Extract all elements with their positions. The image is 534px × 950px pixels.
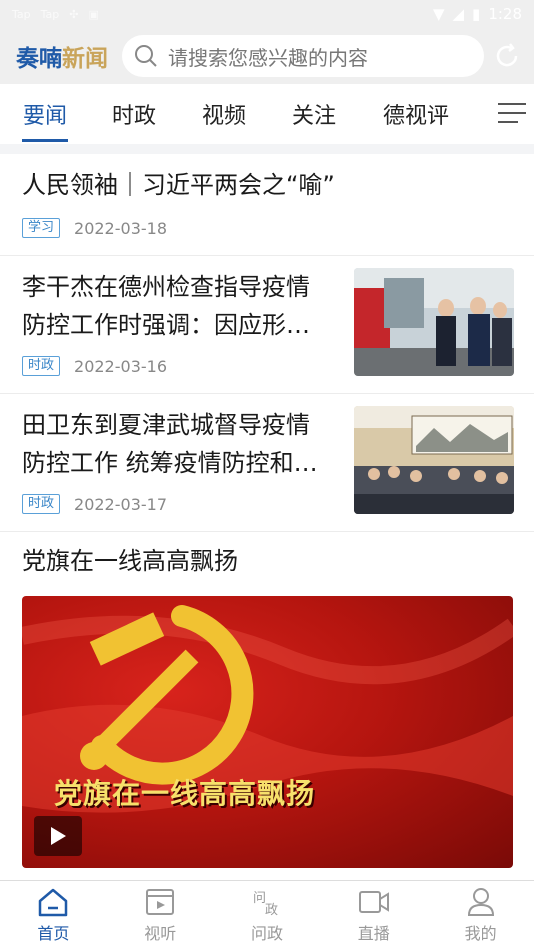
nav-wenzheng-label: 问政 — [250, 924, 283, 943]
news-thumbnail — [354, 268, 514, 376]
news-thumbnail — [354, 406, 514, 514]
signal-icon: ◢ — [452, 5, 465, 23]
news-item[interactable]: 李干杰在德州检查指导疫情 防控工作时强调：因应形… 时政 2022-03-16 — [0, 256, 534, 394]
video-icon — [146, 889, 175, 915]
nav-home-label: 首页 — [37, 924, 70, 943]
wifi-icon: ▼ — [432, 5, 445, 23]
news-title-line: 防控工作时强调：因应形… — [22, 311, 310, 339]
status-time: 1:28 — [488, 5, 522, 23]
status-app-label: Tap — [40, 7, 60, 21]
news-item[interactable]: 人民领袖｜习近平两会之“喻” 学习 2022-03-18 — [0, 154, 534, 256]
news-title-line: 李干杰在德州检查指导疫情 — [22, 273, 310, 301]
search-placeholder: 请搜索您感兴趣的内容 — [168, 45, 368, 70]
notification-icon: ▣ — [88, 7, 99, 21]
news-title: 党旗在一线高高飘扬 — [22, 547, 238, 575]
camera-icon — [358, 891, 389, 913]
sync-icon: ✣ — [69, 7, 79, 21]
nav-live-label: 直播 — [357, 924, 390, 943]
nav-home[interactable]: 首页 — [0, 881, 107, 950]
user-icon — [467, 888, 494, 916]
news-title: 人民领袖｜习近平两会之“喻” — [22, 171, 335, 199]
nav-video[interactable]: 视听 — [107, 881, 214, 950]
news-item[interactable]: 田卫东到夏津武城督导疫情 防控工作 统筹疫情防控和… 时政 2022-03-17 — [0, 394, 534, 532]
app-header: 奏喃新闻 请搜索您感兴趣的内容 — [0, 28, 534, 84]
search-bar[interactable]: 请搜索您感兴趣的内容 — [122, 35, 484, 77]
nav-mine[interactable]: 我的 — [427, 881, 534, 950]
channel-tabs: 要闻 时政 视频 关注 德视评 — [0, 84, 534, 144]
section-divider — [0, 144, 534, 154]
play-button[interactable] — [34, 816, 82, 856]
video-caption: 党旗在一线高高飘扬 — [54, 777, 316, 810]
status-bar: Tap Tap ✣ ▣ ▼ ◢ ▮ 1:28 — [0, 0, 534, 28]
nav-mine-label: 我的 — [464, 924, 497, 943]
news-date: 2022-03-16 — [74, 356, 167, 376]
news-title-line: 防控工作 统筹疫情防控和… — [22, 449, 318, 477]
news-date: 2022-03-18 — [74, 218, 167, 238]
battery-icon: ▮ — [472, 5, 481, 23]
tab-yaowen[interactable]: 要闻 — [22, 84, 68, 144]
search-icon — [135, 45, 157, 67]
menu-icon[interactable] — [498, 101, 526, 125]
nav-video-label: 视听 — [144, 924, 177, 943]
tab-guanzhu[interactable]: 关注 — [290, 84, 338, 144]
home-icon — [39, 888, 68, 917]
tab-deshiping[interactable]: 德视评 — [380, 84, 452, 144]
tab-shipin[interactable]: 视频 — [200, 84, 248, 144]
nav-wenzheng[interactable]: 问 政 问政 — [214, 881, 321, 950]
news-tag: 时政 — [22, 356, 61, 376]
tab-shizheng[interactable]: 时政 — [110, 84, 158, 144]
svg-text:政: 政 — [265, 903, 278, 917]
news-tag: 时政 — [22, 494, 61, 514]
news-title-line: 田卫东到夏津武城督导疫情 — [22, 411, 310, 439]
play-icon — [51, 827, 66, 845]
refresh-icon[interactable] — [492, 41, 522, 71]
app-logo: 奏喃新闻 — [16, 46, 108, 72]
nav-live[interactable]: 直播 — [320, 881, 427, 950]
bottom-nav: 首页 视听 问 政 问政 直播 我的 — [0, 880, 534, 950]
news-date: 2022-03-17 — [74, 494, 167, 514]
party-flag-emblem — [22, 605, 513, 813]
wenzheng-icon: 问 政 — [253, 891, 278, 917]
status-app-label: Tap — [12, 7, 31, 21]
news-tag: 学习 — [22, 218, 61, 238]
video-player[interactable]: 党旗在一线高高飘扬 — [22, 596, 513, 868]
